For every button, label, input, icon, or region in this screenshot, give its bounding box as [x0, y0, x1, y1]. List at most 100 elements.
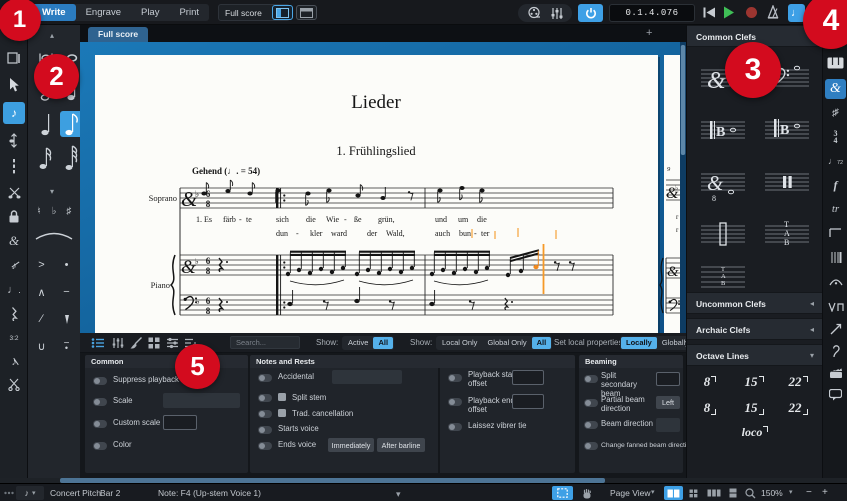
metronome-icon[interactable] [766, 5, 780, 19]
cross-voice-tool[interactable] [3, 181, 25, 203]
transport-time-display[interactable]: 0.1.4.076 [609, 4, 695, 22]
mixer-icon[interactable] [551, 7, 563, 20]
beam-direction-field[interactable] [656, 418, 680, 432]
properties-search-input[interactable] [230, 336, 300, 349]
view-mode-select[interactable]: Page View [610, 484, 650, 501]
score-viewport[interactable]: Lieder 1. Frühlingslied Gehend (♩. = 54)… [80, 42, 686, 333]
split-secondary-beam-field[interactable] [656, 372, 680, 386]
tab-play[interactable]: Play [131, 4, 169, 21]
pointer-tool[interactable] [3, 74, 25, 96]
playback-end-offset-field[interactable] [512, 394, 544, 409]
pedal-line-icon[interactable] [825, 223, 846, 243]
dynamics-panel-icon[interactable]: f [825, 175, 846, 195]
clef-tab-small-button[interactable]: T A B [693, 261, 753, 291]
rest-tool[interactable] [3, 303, 25, 325]
filter-all-2[interactable]: All [531, 337, 552, 349]
piano-keyboard-icon[interactable] [825, 53, 846, 73]
scale-toggle[interactable] [93, 398, 107, 406]
clefs-panel-icon[interactable]: & [825, 79, 846, 99]
comment-bubble-icon[interactable] [825, 385, 846, 405]
repeat-bars-tool[interactable] [3, 155, 25, 177]
octave-8va-button[interactable]: 8 [691, 372, 729, 392]
filter-all-1[interactable]: All [373, 337, 394, 349]
staccato-tenuto-button[interactable]: − • [55, 334, 78, 358]
starts-voice-toggle[interactable] [258, 426, 272, 434]
split-stem-checkbox[interactable] [278, 393, 286, 401]
set-locally[interactable]: Locally [621, 337, 657, 349]
accidental-toggle[interactable] [258, 374, 272, 382]
duration-sixteenth-button[interactable] [34, 145, 57, 171]
show-panels-button[interactable] [272, 5, 293, 20]
score-movement-title[interactable]: 1. Frühlingslied [336, 144, 416, 158]
ends-voice-toggle[interactable] [258, 442, 272, 450]
tempo-marking[interactable]: Gehend (♩. = 54) [192, 166, 260, 176]
ends-voice-after-barline-button[interactable]: After barline [377, 438, 425, 452]
page-grid-view-button[interactable] [686, 486, 701, 500]
filter-active[interactable]: Active [343, 337, 373, 349]
vertical-scrollbar-thumb[interactable] [680, 45, 686, 155]
flat-button[interactable]: ♭ [47, 203, 61, 219]
treble-clef-piano[interactable]: & [181, 257, 196, 278]
note-input-tool[interactable]: ♪ [3, 102, 25, 124]
scale-dropdown[interactable] [163, 393, 240, 408]
staccato-button[interactable]: • [55, 253, 78, 277]
beam-direction-toggle[interactable] [584, 421, 598, 429]
sharp-button[interactable]: ♯ [62, 203, 76, 219]
stress-button[interactable]: ∕ [30, 307, 53, 331]
time-sig-8-rh[interactable]: 8 [206, 266, 211, 276]
unstress-button[interactable]: ∪ [30, 334, 53, 358]
custom-scale-field[interactable] [163, 415, 197, 430]
clef-rhythm-button[interactable] [693, 211, 753, 257]
glissando-icon[interactable] [825, 319, 846, 339]
key-flat-piano-rh[interactable]: ♭ [195, 257, 199, 266]
partial-beam-direction-toggle[interactable] [584, 399, 598, 407]
record-icon[interactable] [745, 6, 758, 19]
tenuto-button[interactable]: − [55, 280, 78, 304]
split-secondary-beam-toggle[interactable] [584, 375, 598, 383]
staccatissimo-button[interactable] [55, 307, 78, 331]
split-stem-toggle[interactable] [258, 394, 272, 402]
playback-start-offset-field[interactable] [512, 370, 544, 385]
trad-cancellation-checkbox[interactable] [278, 409, 286, 417]
octave-8vb-button[interactable]: 8 [691, 398, 729, 418]
custom-scale-toggle[interactable] [93, 420, 107, 428]
octave-loco-button[interactable]: loco [730, 422, 780, 442]
natural-button[interactable]: ♮ [32, 203, 46, 219]
color-toggle[interactable] [93, 442, 107, 450]
tempo-panel-icon[interactable]: ♩ 72 [825, 151, 846, 171]
octave-15ma-button[interactable]: 15 [735, 372, 773, 392]
suppress-playback-toggle[interactable] [93, 377, 107, 385]
trad-cancellation-toggle[interactable] [258, 410, 272, 418]
filter-local-only[interactable]: Local Only [437, 337, 482, 349]
chevron-down-icon[interactable]: ▾ [50, 187, 54, 196]
video-reel-icon[interactable] [527, 6, 541, 20]
filter-global-only[interactable]: Global Only [482, 337, 531, 349]
marcato-button[interactable]: ∧ [30, 280, 53, 304]
soprano-staff-label[interactable]: Soprano [149, 193, 177, 203]
play-icon[interactable] [723, 6, 735, 19]
zoom-in-button[interactable]: + [822, 484, 828, 501]
grace-note-tool[interactable]: ♪ [3, 255, 25, 277]
pages-horizontal-button[interactable] [704, 486, 723, 500]
properties-sliders-icon[interactable] [164, 336, 180, 350]
time-signature-icon[interactable]: 34 [825, 127, 846, 147]
clef-tool[interactable]: & [3, 230, 25, 252]
clapper-board-icon[interactable] [825, 363, 846, 383]
key-flat-soprano[interactable]: ♭ [195, 190, 199, 200]
slash-voice-tool[interactable]: ♪ [3, 351, 25, 373]
time-sig-6-lh[interactable]: 6 [206, 296, 211, 306]
time-sig-8[interactable]: 8 [206, 199, 211, 209]
time-sig-6-rh[interactable]: 6 [206, 256, 211, 266]
properties-brush-icon[interactable] [128, 336, 144, 350]
single-window-button[interactable] [296, 5, 317, 20]
zoom-out-button[interactable]: − [806, 484, 812, 501]
dotted-note-tool[interactable]: ♩. [3, 279, 25, 301]
page-spread-view-button[interactable] [664, 486, 683, 500]
laissez-vibrer-toggle[interactable] [448, 423, 462, 431]
playback-engine-power-button[interactable] [578, 4, 603, 22]
ends-voice-immediately-button[interactable]: Immediately [328, 438, 374, 452]
clef-percussion-button[interactable] [757, 159, 817, 205]
key-flat-piano-lh[interactable]: ♭ [196, 297, 200, 306]
rewind-to-start-icon[interactable] [703, 7, 716, 18]
fermata-icon[interactable] [825, 271, 846, 291]
